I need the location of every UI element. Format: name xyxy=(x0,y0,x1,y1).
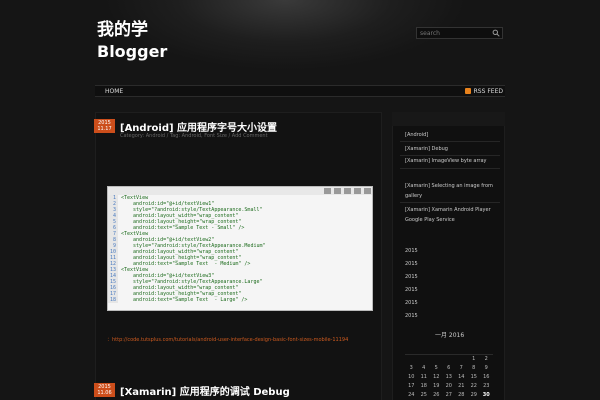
calendar-day[interactable]: 1 xyxy=(468,355,481,364)
calendar-week: 10 11 12 13 14 15 16 xyxy=(405,373,500,382)
calendar-day[interactable]: 24 xyxy=(405,391,418,400)
rss-icon xyxy=(464,88,471,94)
calendar-day[interactable]: 2 xyxy=(480,355,493,364)
calendar-day[interactable]: 7 xyxy=(455,364,468,373)
post-title-2[interactable]: [Xamarin] 应用程序的调试 Debug xyxy=(120,383,290,398)
calendar-day[interactable]: 14 xyxy=(455,373,468,382)
search-box xyxy=(416,27,503,39)
calendar-weekday xyxy=(430,346,443,355)
divider xyxy=(400,168,500,169)
calendar-weekday xyxy=(455,346,468,355)
rss-feed-link[interactable]: RSS FEED xyxy=(464,88,503,95)
calendar-day[interactable]: 22 xyxy=(468,382,481,391)
copy-icon[interactable] xyxy=(334,188,341,194)
calendar-week: 17 18 19 20 21 22 23 xyxy=(405,382,500,391)
post-date-md-2: 11.06 xyxy=(97,390,112,396)
calendar-day[interactable]: 16 xyxy=(480,373,493,382)
calendar-day[interactable]: 17 xyxy=(405,382,418,391)
site-title-line1: 我的学 xyxy=(97,20,148,40)
archive-link[interactable]: 2015 xyxy=(405,311,418,321)
calendar-day[interactable]: 4 xyxy=(418,364,431,373)
calendar-weekday xyxy=(417,346,430,355)
calendar-day[interactable]: 19 xyxy=(430,382,443,391)
help-icon[interactable] xyxy=(364,188,371,194)
calendar-day[interactable]: 23 xyxy=(480,382,493,391)
calendar: 1 2 3 4 5 6 7 8 9 10 11 12 13 14 15 16 17 18 19 20 21 22 23 24 2… xyxy=(405,346,500,400)
calendar-head xyxy=(405,346,500,355)
calendar-day xyxy=(418,355,431,364)
search-icon[interactable] xyxy=(492,29,500,37)
post-source-link[interactable]: ：http://code.tutsplus.com/tutorials/andr… xyxy=(107,336,375,345)
sidebar-recent-post[interactable]: [Android] xyxy=(405,130,428,140)
archive-link[interactable]: 2015 xyxy=(405,259,418,269)
divider xyxy=(400,141,500,142)
calendar-day[interactable]: 25 xyxy=(418,391,431,400)
search-input[interactable] xyxy=(417,28,492,38)
code-line: 18 android:text="Sample Text - Large" /> xyxy=(108,297,372,303)
calendar-day xyxy=(430,355,443,364)
calendar-day xyxy=(455,355,468,364)
archive-link[interactable]: 2015 xyxy=(405,246,418,256)
code-lines: 1 <TextView 2 android:id="@+id/textView1" 3… xyxy=(108,195,372,303)
calendar-day[interactable]: 8 xyxy=(468,364,481,373)
code-toolbar xyxy=(108,187,372,195)
sidebar-recent-post[interactable]: [Xamarin] Selecting an image from galler… xyxy=(405,181,500,201)
post-title[interactable]: [Android] 应用程序字号大小设置 xyxy=(120,119,277,134)
post-date-md: 11.17 xyxy=(97,126,112,132)
calendar-day[interactable]: 21 xyxy=(455,382,468,391)
calendar-day[interactable]: 27 xyxy=(443,391,456,400)
calendar-day[interactable]: 30 xyxy=(480,391,493,400)
calendar-weekday xyxy=(480,346,493,355)
calendar-week: 12 xyxy=(405,355,500,364)
calendar-day xyxy=(405,355,418,364)
nav-home-link[interactable]: HOME xyxy=(105,88,123,95)
code-block: 1 <TextView 2 android:id="@+id/textView1" 3… xyxy=(107,186,373,311)
clipboard-icon[interactable] xyxy=(344,188,351,194)
calendar-day[interactable]: 11 xyxy=(418,373,431,382)
sidebar-recent-post[interactable]: [Xamarin] ImageView byte array xyxy=(405,156,487,166)
calendar-day[interactable]: 26 xyxy=(430,391,443,400)
calendar-day[interactable]: 13 xyxy=(443,373,456,382)
calendar-day xyxy=(443,355,456,364)
calendar-weekday xyxy=(405,346,418,355)
code-text: android:text="Sample Text - Large" /> xyxy=(118,297,248,303)
archive-link[interactable]: 2015 xyxy=(405,272,418,282)
post-meta: Category: Android / Tag: Android, Font S… xyxy=(120,133,268,139)
line-number: 18 xyxy=(108,297,118,303)
calendar-day[interactable]: 28 xyxy=(455,391,468,400)
sidebar-recent-post[interactable]: [Xamarin] Debug xyxy=(405,144,448,154)
calendar-day[interactable]: 18 xyxy=(418,382,431,391)
archive-link[interactable]: 2015 xyxy=(405,285,418,295)
calendar-day[interactable]: 20 xyxy=(443,382,456,391)
print-icon[interactable] xyxy=(354,188,361,194)
view-source-icon[interactable] xyxy=(324,188,331,194)
calendar-day[interactable]: 15 xyxy=(468,373,481,382)
calendar-weekday xyxy=(467,346,480,355)
site-title-line2: Blogger xyxy=(97,42,168,61)
calendar-week: 24 25 26 27 28 29 30 xyxy=(405,391,500,400)
rss-feed-label: RSS FEED xyxy=(473,88,503,95)
calendar-day[interactable]: 9 xyxy=(480,364,493,373)
post-date-badge-2: 2015 11.06 xyxy=(94,383,115,397)
divider xyxy=(400,202,500,203)
calendar-week: 3456789 xyxy=(405,364,500,373)
calendar-day[interactable]: 29 xyxy=(468,391,481,400)
calendar-day[interactable]: 5 xyxy=(430,364,443,373)
post-date-badge: 2015 11.17 xyxy=(94,119,115,133)
calendar-weekday xyxy=(442,346,455,355)
calendar-day[interactable]: 12 xyxy=(430,373,443,382)
sidebar-recent-post[interactable]: [Xamarin] Xamarin Android Player Google … xyxy=(405,205,500,225)
sidebar-header xyxy=(392,112,505,126)
calendar-title: 一月 2016 xyxy=(435,332,465,339)
main-nav: HOME RSS FEED xyxy=(95,85,505,97)
calendar-day[interactable]: 3 xyxy=(405,364,418,373)
calendar-day[interactable]: 10 xyxy=(405,373,418,382)
site-title[interactable]: 我的学 Blogger xyxy=(97,20,167,62)
calendar-day[interactable]: 6 xyxy=(443,364,456,373)
archive-link[interactable]: 2015 xyxy=(405,298,418,308)
